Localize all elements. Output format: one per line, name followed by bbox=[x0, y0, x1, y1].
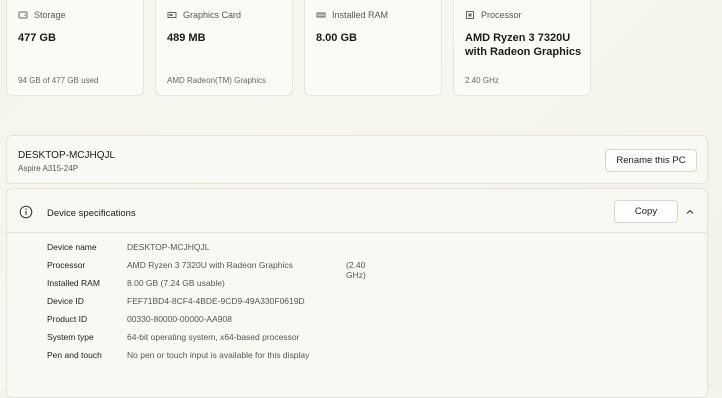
spec-row-device-name: Device name DESKTOP-MCJHQJL bbox=[47, 242, 210, 258]
storage-card[interactable]: Storage 477 GB 94 GB of 477 GB used bbox=[6, 0, 144, 96]
spec-value[interactable]: FEF71BD4-8CF4-4BDE-9CD9-49A330F0619D bbox=[127, 296, 305, 312]
specs-title: Device specifications bbox=[47, 208, 136, 219]
spec-row-pen-and-touch: Pen and touch No pen or touch input is a… bbox=[47, 350, 309, 366]
spec-value[interactable]: 8.00 GB (7.24 GB usable) bbox=[127, 278, 225, 294]
processor-icon bbox=[466, 11, 474, 19]
info-icon bbox=[19, 205, 33, 219]
spec-label: Device ID bbox=[47, 296, 84, 306]
card-title: Installed RAM bbox=[332, 10, 389, 20]
spec-value[interactable]: No pen or touch input is available for t… bbox=[127, 350, 309, 366]
card-header: Processor bbox=[465, 10, 522, 20]
storage-icon bbox=[18, 11, 28, 19]
spec-row-installed-ram: Installed RAM 8.00 GB (7.24 GB usable) bbox=[47, 278, 225, 294]
card-title: Processor bbox=[481, 10, 522, 20]
spec-label: Installed RAM bbox=[47, 278, 100, 288]
rename-pc-button[interactable]: Rename this PC bbox=[605, 149, 697, 172]
divider bbox=[7, 232, 707, 233]
card-subtext: 2.40 GHz bbox=[465, 76, 499, 85]
card-header: Storage bbox=[18, 10, 66, 20]
card-title: Storage bbox=[34, 10, 66, 20]
spec-row-device-id: Device ID FEF71BD4-8CF4-4BDE-9CD9-49A330… bbox=[47, 296, 305, 312]
spec-value[interactable]: AMD Ryzen 3 7320U with Radeon Graphics bbox=[127, 260, 293, 276]
spec-row-system-type: System type 64-bit operating system, x64… bbox=[47, 332, 299, 348]
spec-row-product-id: Product ID 00330-80000-00000-AA908 bbox=[47, 314, 232, 330]
pc-name: DESKTOP-MCJHQJL bbox=[18, 150, 116, 161]
card-value: 477 GB bbox=[18, 32, 56, 44]
spec-row-processor: Processor AMD Ryzen 3 7320U with Radeon … bbox=[47, 260, 366, 280]
spec-extra: (2.40 GHz) bbox=[346, 260, 366, 280]
chevron-up-icon[interactable] bbox=[685, 207, 695, 217]
copy-button[interactable]: Copy bbox=[614, 200, 678, 223]
pc-name-panel: DESKTOP-MCJHQJL Aspire A315-24P Rename t… bbox=[6, 135, 708, 184]
spec-label: Pen and touch bbox=[47, 350, 102, 360]
processor-card[interactable]: Processor AMD Ryzen 3 7320U with Radeon … bbox=[453, 0, 591, 96]
spec-value[interactable]: 64-bit operating system, x64-based proce… bbox=[127, 332, 299, 348]
spec-label: Processor bbox=[47, 260, 86, 270]
spec-label: Device name bbox=[47, 242, 97, 252]
pc-model: Aspire A315-24P bbox=[18, 164, 79, 173]
spec-value[interactable]: DESKTOP-MCJHQJL bbox=[127, 242, 210, 258]
ram-icon bbox=[316, 12, 326, 18]
spec-value[interactable]: 00330-80000-00000-AA908 bbox=[127, 314, 232, 330]
card-subtext: AMD Radeon(TM) Graphics bbox=[167, 76, 267, 85]
card-title: Graphics Card bbox=[183, 10, 242, 20]
spec-label: System type bbox=[47, 332, 94, 342]
installed-ram-card[interactable]: Installed RAM 8.00 GB bbox=[304, 0, 442, 96]
card-value: 8.00 GB bbox=[316, 32, 357, 44]
spec-label: Product ID bbox=[47, 314, 88, 324]
graphics-card-icon bbox=[167, 12, 177, 18]
card-value: AMD Ryzen 3 7320U with Radeon Graphics bbox=[465, 32, 582, 58]
graphics-card-card[interactable]: Graphics Card 489 MB AMD Radeon(TM) Grap… bbox=[155, 0, 293, 96]
card-header: Installed RAM bbox=[316, 10, 388, 20]
card-subtext: 94 GB of 477 GB used bbox=[18, 76, 99, 85]
card-header: Graphics Card bbox=[167, 10, 241, 20]
card-value: 489 MB bbox=[167, 32, 206, 44]
device-specifications-panel: Device specifications Copy Device name D… bbox=[6, 188, 708, 398]
